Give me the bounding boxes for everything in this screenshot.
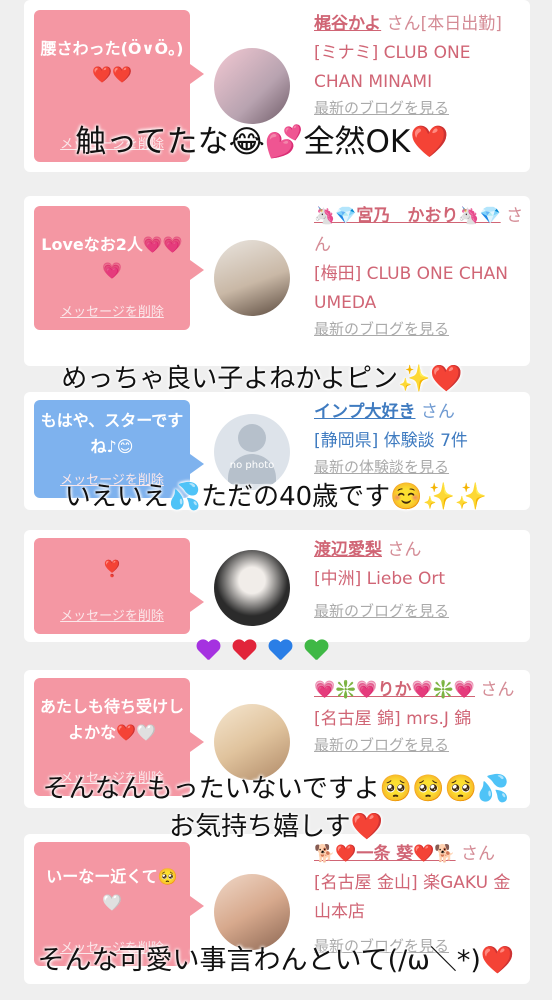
message-bubble: Loveなお2人💗💗💗 メッセージを削除 bbox=[34, 206, 204, 330]
message-text: あたしも待ち受けしよかな❤️🤍 bbox=[40, 697, 185, 742]
blue-heart-icon bbox=[268, 640, 292, 662]
message-card: ❣️ メッセージを削除 渡辺愛梨 さん [中洲] Liebe Ort 最新のブロ… bbox=[24, 530, 530, 642]
honorific: さん bbox=[386, 14, 421, 34]
report-link[interactable]: 最新の体験談を見る bbox=[314, 456, 524, 478]
user-name-link[interactable]: 🐕❤️一条 葵❤️🐕 bbox=[314, 844, 456, 864]
message-card: Loveなお2人💗💗💗 メッセージを削除 🦄💎宮乃 かおり🦄💎 さん [梅田] … bbox=[24, 196, 530, 366]
honorific: さん bbox=[420, 402, 455, 422]
delete-message-link[interactable]: メッセージを削除 bbox=[34, 605, 190, 624]
blog-link[interactable]: 最新のブログを見る bbox=[314, 734, 524, 756]
honorific: さん bbox=[461, 844, 495, 864]
user-name-link[interactable]: 🦄💎宮乃 かおり🦄💎 bbox=[314, 206, 501, 226]
user-name-link[interactable]: 渡辺愛梨 bbox=[314, 540, 382, 560]
user-info: 💗❇️💗りか💗❇️💗 さん [名古屋 錦] mrs.J 錦 最新のブログを見る bbox=[314, 676, 524, 756]
user-info: 🦄💎宮乃 かおり🦄💎 さん [梅田] CLUB ONE CHAN UMEDA 最… bbox=[314, 202, 524, 340]
user-info: インプ大好き さん [静岡県] 体験談 7件 最新の体験談を見る bbox=[314, 398, 524, 478]
overlay-caption: めっちゃ良い子よねかよピン✨❤️ bbox=[61, 364, 463, 394]
person-silhouette-icon bbox=[238, 424, 266, 452]
status-badge: [本日出勤] bbox=[420, 14, 502, 34]
overlay-caption: いえいえ💦ただの40歳です☺️✨✨ bbox=[64, 482, 488, 512]
message-text: ❣️ bbox=[102, 559, 122, 578]
overlay-caption: お気持ち嬉しす❤️ bbox=[169, 812, 383, 842]
avatar[interactable] bbox=[214, 550, 290, 626]
green-heart-icon bbox=[304, 640, 328, 662]
overlay-caption: 触ってたな😂💕全然OK❤️ bbox=[75, 124, 449, 160]
avatar[interactable] bbox=[214, 48, 290, 124]
user-name-link[interactable]: 梶谷かよ bbox=[314, 14, 381, 34]
no-photo-label: no photo bbox=[229, 460, 275, 471]
message-text: もはや、スターですね♪😊 bbox=[40, 411, 184, 456]
message-text: 腰さわった(Ö∨Ö。)❤️❤️ bbox=[40, 39, 184, 84]
purple-heart-icon bbox=[196, 640, 220, 662]
message-text: Loveなお2人💗💗💗 bbox=[41, 235, 183, 280]
user-info: 渡辺愛梨 さん [中洲] Liebe Ort 最新のブログを見る bbox=[314, 536, 524, 622]
shop-link[interactable]: [名古屋 錦] mrs.J 錦 bbox=[314, 705, 524, 734]
heart-emoji-row bbox=[196, 640, 340, 662]
honorific: さん bbox=[480, 680, 515, 700]
honorific: さん bbox=[387, 540, 422, 560]
shop-link[interactable]: [名古屋 金山] 楽GAKU 金山本店 bbox=[314, 869, 524, 927]
shop-link[interactable]: [梅田] CLUB ONE CHAN UMEDA bbox=[314, 260, 524, 318]
shop-link[interactable]: [静岡県] 体験談 7件 bbox=[314, 427, 524, 456]
delete-message-link[interactable]: メッセージを削除 bbox=[34, 301, 190, 320]
shop-link[interactable]: [中洲] Liebe Ort bbox=[314, 565, 524, 594]
user-name-link[interactable]: インプ大好き bbox=[314, 402, 416, 422]
shop-link[interactable]: [ミナミ] CLUB ONE CHAN MINAMI bbox=[314, 39, 524, 97]
avatar[interactable] bbox=[214, 240, 290, 316]
red-heart-icon bbox=[232, 640, 256, 662]
user-name-link[interactable]: 💗❇️💗りか💗❇️💗 bbox=[314, 680, 475, 700]
blog-link[interactable]: 最新のブログを見る bbox=[314, 600, 524, 622]
message-text: いーなー近くて🥺🤍 bbox=[46, 867, 178, 912]
overlay-caption: そんなんもったいないですよ🥺🥺🥺💦 bbox=[42, 774, 510, 804]
overlay-caption: そんな可愛い事言わんといて(/ω＼*)❤️ bbox=[37, 945, 515, 976]
blog-link[interactable]: 最新のブログを見る bbox=[314, 318, 524, 340]
message-bubble: ❣️ メッセージを削除 bbox=[34, 538, 204, 634]
user-info: 梶谷かよ さん[本日出勤] [ミナミ] CLUB ONE CHAN MINAMI… bbox=[314, 10, 524, 119]
